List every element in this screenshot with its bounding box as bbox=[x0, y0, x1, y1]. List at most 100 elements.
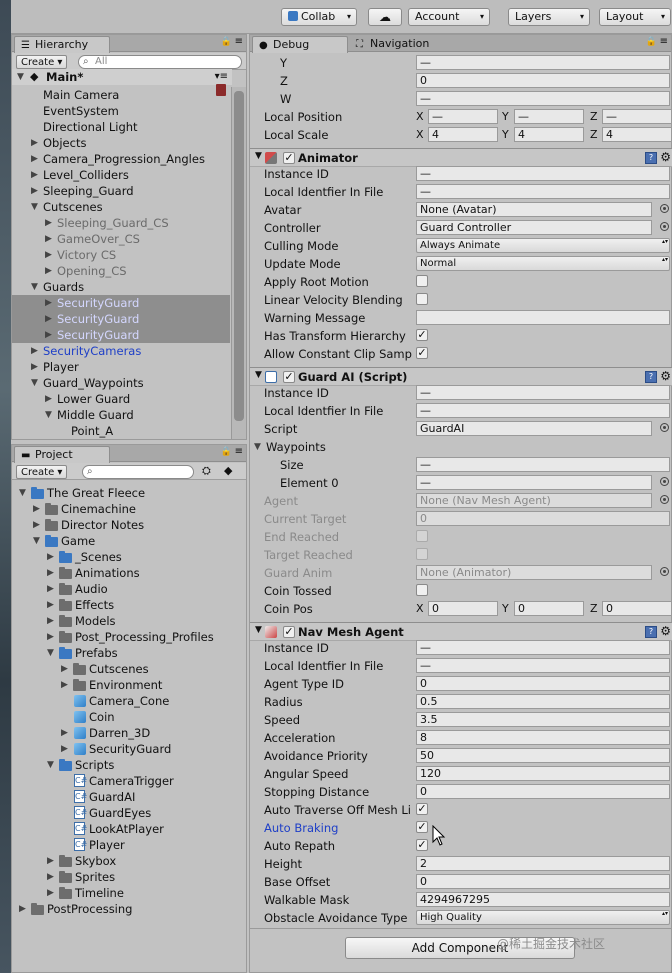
checkbox[interactable] bbox=[416, 275, 428, 287]
collapse-arrow-icon[interactable]: ▶ bbox=[33, 501, 40, 517]
hierarchy-item[interactable]: ▼ Cutscenes bbox=[12, 199, 230, 215]
object-picker-icon[interactable] bbox=[660, 567, 669, 576]
object-picker-icon[interactable] bbox=[660, 423, 669, 432]
project-item[interactable]: ▶ Cutscenes bbox=[12, 661, 246, 677]
checkbox[interactable] bbox=[416, 530, 428, 542]
help-book-icon[interactable]: ? bbox=[645, 371, 657, 383]
vector-component-field[interactable]: 4 bbox=[428, 127, 498, 142]
project-item[interactable]: C# GuardEyes bbox=[12, 805, 246, 821]
project-item[interactable]: Camera_Cone bbox=[12, 693, 246, 709]
checkbox[interactable] bbox=[416, 584, 428, 596]
panel-menu-icon[interactable]: ≡ bbox=[235, 36, 243, 47]
hierarchy-item[interactable]: ▶ SecurityCameras bbox=[12, 343, 230, 359]
property-field[interactable]: — bbox=[416, 403, 670, 418]
project-search-input[interactable]: ⌕ bbox=[82, 465, 194, 479]
gear-icon[interactable]: ⚙ bbox=[660, 369, 671, 383]
project-item[interactable]: Coin bbox=[12, 709, 246, 725]
collapse-arrow-icon[interactable]: ▶ bbox=[61, 741, 68, 757]
project-item[interactable]: C# GuardAI bbox=[12, 789, 246, 805]
hierarchy-item[interactable]: ▼ Guard_Waypoints bbox=[12, 375, 230, 391]
collapse-arrow-icon[interactable]: ▶ bbox=[31, 135, 38, 151]
layers-dropdown[interactable]: Layers ▾ bbox=[508, 8, 590, 26]
project-item[interactable]: ▶ Audio bbox=[12, 581, 246, 597]
filter-by-label-icon[interactable]: ◆ bbox=[224, 464, 232, 477]
obstacle-avoidance-dropdown[interactable]: High Quality bbox=[416, 910, 670, 925]
collapse-arrow-icon[interactable]: ▶ bbox=[47, 549, 54, 565]
collapse-arrow-icon[interactable]: ▶ bbox=[47, 629, 54, 645]
project-item[interactable]: ▶ Timeline bbox=[12, 885, 246, 901]
property-field[interactable]: — bbox=[416, 640, 670, 655]
hierarchy-item[interactable]: ▶ SecurityGuard bbox=[12, 295, 230, 311]
expand-arrow-icon[interactable]: ▼ bbox=[255, 625, 262, 635]
property-field[interactable]: 0 bbox=[416, 784, 670, 799]
cloud-services-button[interactable]: ☁ bbox=[368, 8, 402, 26]
project-item[interactable]: ▶ Post_Processing_Profiles bbox=[12, 629, 246, 645]
update-mode-dropdown[interactable]: Normal bbox=[416, 256, 670, 271]
project-item[interactable]: ▶ _Scenes bbox=[12, 549, 246, 565]
collapse-arrow-icon[interactable]: ▶ bbox=[31, 151, 38, 167]
checkbox[interactable] bbox=[416, 293, 428, 305]
vector-component-field[interactable]: 0 bbox=[514, 601, 584, 616]
project-item[interactable]: ▶ Skybox bbox=[12, 853, 246, 869]
project-item[interactable]: ▼ Scripts bbox=[12, 757, 246, 773]
project-item[interactable]: C# Player bbox=[12, 837, 246, 853]
hierarchy-item[interactable]: ▶ Lower Guard bbox=[12, 391, 230, 407]
property-field[interactable]: — bbox=[416, 55, 670, 70]
hierarchy-item[interactable]: ▶ Player bbox=[12, 359, 230, 375]
collapse-arrow-icon[interactable]: ▶ bbox=[61, 725, 68, 741]
project-item[interactable]: ▶ Effects bbox=[12, 597, 246, 613]
hierarchy-item[interactable]: ▼ Guards bbox=[12, 279, 230, 295]
collapse-arrow-icon[interactable]: ▶ bbox=[45, 327, 52, 343]
collapse-arrow-icon[interactable]: ▶ bbox=[19, 901, 26, 917]
project-item[interactable]: ▶ Environment bbox=[12, 677, 246, 693]
hierarchy-create-button[interactable]: Create ▾ bbox=[16, 55, 68, 69]
component-enabled-checkbox[interactable]: ✓ bbox=[283, 626, 295, 638]
property-field[interactable]: 4294967295 bbox=[416, 892, 670, 907]
collapse-arrow-icon[interactable]: ▶ bbox=[31, 167, 38, 183]
culling-mode-dropdown[interactable]: Always Animate bbox=[416, 238, 670, 253]
hierarchy-search-input[interactable]: ⌕ All bbox=[78, 55, 242, 69]
vector-component-field[interactable]: 0 bbox=[428, 601, 498, 616]
project-item[interactable]: ▶ Cinemachine bbox=[12, 501, 246, 517]
collapse-arrow-icon[interactable]: ▶ bbox=[31, 343, 38, 359]
project-item[interactable]: ▼ Prefabs bbox=[12, 645, 246, 661]
project-item[interactable]: C# LookAtPlayer bbox=[12, 821, 246, 837]
project-item[interactable]: ▶ Animations bbox=[12, 565, 246, 581]
property-field[interactable]: — bbox=[416, 658, 670, 673]
object-picker-icon[interactable] bbox=[660, 222, 669, 231]
object-picker-icon[interactable] bbox=[660, 495, 669, 504]
collapse-arrow-icon[interactable]: ▶ bbox=[45, 391, 52, 407]
hierarchy-item[interactable]: ▶ Objects bbox=[12, 135, 230, 151]
expand-arrow-icon[interactable]: ▼ bbox=[45, 407, 52, 423]
property-field[interactable]: — bbox=[416, 166, 670, 181]
collapse-arrow-icon[interactable]: ▶ bbox=[47, 597, 54, 613]
property-field[interactable]: 8 bbox=[416, 730, 670, 745]
collab-button[interactable]: Collab ▾ bbox=[281, 8, 357, 26]
collapse-arrow-icon[interactable]: ▶ bbox=[45, 311, 52, 327]
property-field[interactable]: — bbox=[416, 475, 652, 490]
property-field[interactable]: 0 bbox=[416, 874, 670, 889]
collapse-arrow-icon[interactable]: ▶ bbox=[33, 517, 40, 533]
hierarchy-scrollbar[interactable] bbox=[231, 87, 246, 439]
component-enabled-checkbox[interactable]: ✓ bbox=[283, 371, 295, 383]
hierarchy-item[interactable]: ▶ Sleeping_Guard bbox=[12, 183, 230, 199]
property-field[interactable]: 0 bbox=[416, 511, 670, 526]
collapse-arrow-icon[interactable]: ▶ bbox=[61, 661, 68, 677]
property-field[interactable]: 0.5 bbox=[416, 694, 670, 709]
property-field[interactable]: — bbox=[416, 184, 670, 199]
collapse-arrow-icon[interactable]: ▶ bbox=[45, 215, 52, 231]
lock-icon[interactable]: 🔒 bbox=[221, 37, 232, 47]
collapse-arrow-icon[interactable]: ▶ bbox=[47, 565, 54, 581]
vector-component-field[interactable]: 4 bbox=[514, 127, 584, 142]
collapse-arrow-icon[interactable]: ▶ bbox=[45, 247, 52, 263]
vector-component-field[interactable]: — bbox=[602, 109, 672, 124]
expand-arrow-icon[interactable]: ▼ bbox=[31, 375, 38, 391]
layout-dropdown[interactable]: Layout ▾ bbox=[599, 8, 671, 26]
panel-menu-icon[interactable]: ≡ bbox=[235, 446, 243, 457]
checkbox[interactable] bbox=[416, 548, 428, 560]
property-field[interactable]: — bbox=[416, 457, 670, 472]
hierarchy-item[interactable]: ▼ Middle Guard bbox=[12, 407, 230, 423]
filter-by-type-icon[interactable]: ⛭ bbox=[202, 464, 211, 478]
property-field[interactable]: — bbox=[416, 91, 670, 106]
expand-arrow-icon[interactable]: ▼ bbox=[255, 151, 262, 161]
